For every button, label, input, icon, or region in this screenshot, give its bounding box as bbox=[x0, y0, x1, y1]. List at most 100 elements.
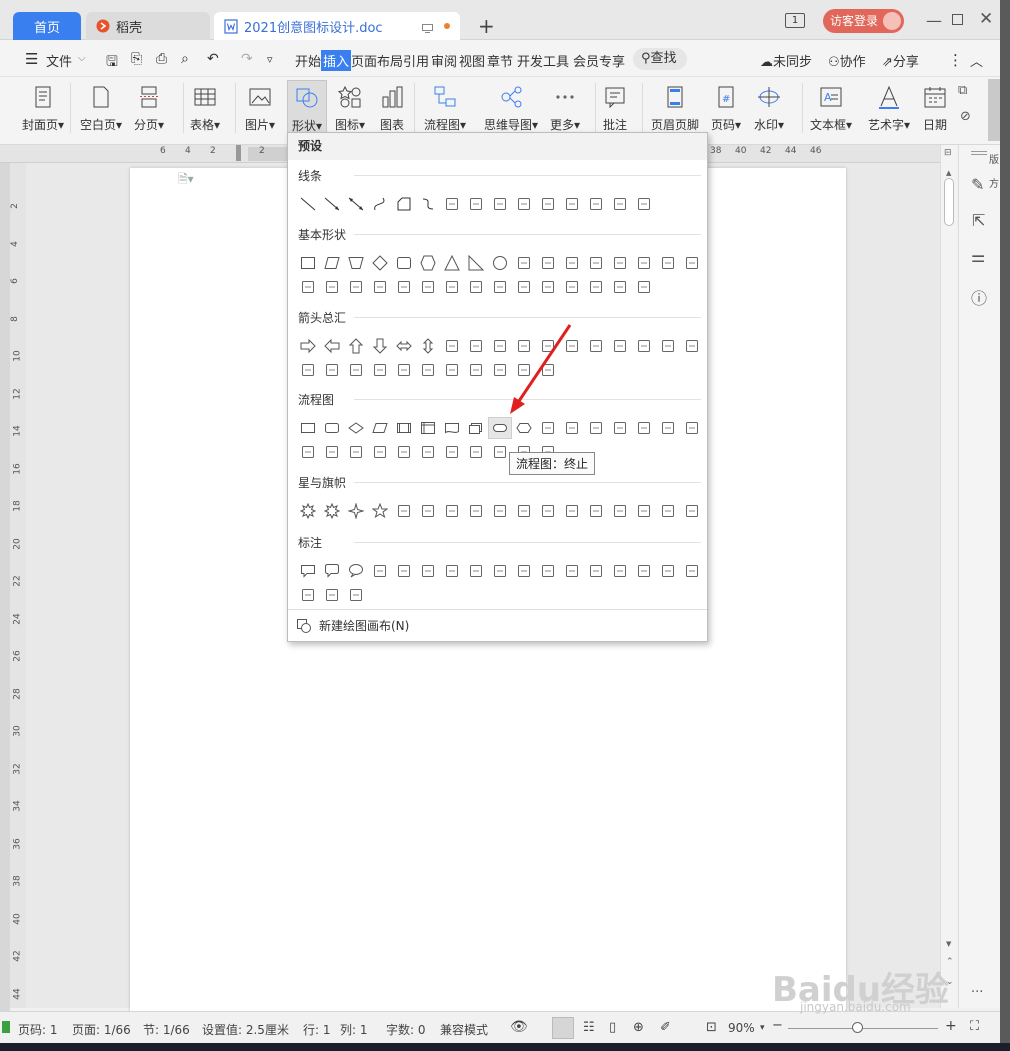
callouts-shape-7-shape[interactable] bbox=[440, 560, 464, 582]
callouts-shape-19-shape[interactable] bbox=[320, 584, 344, 606]
ribbon-watermark-button[interactable]: 水印▾ bbox=[754, 80, 784, 136]
outline-view-icon[interactable]: ☷ bbox=[583, 1020, 595, 1035]
arrows-shape-8-shape[interactable] bbox=[464, 335, 488, 357]
basic-shapes-shape-10-shape[interactable] bbox=[512, 252, 536, 274]
lines-shape-7-shape[interactable] bbox=[440, 193, 464, 215]
arrows-shape-19-shape[interactable] bbox=[320, 359, 344, 381]
callouts-oval-callout-shape[interactable] bbox=[344, 560, 368, 582]
basic-shapes-shape-31-shape[interactable] bbox=[608, 276, 632, 298]
redo-icon[interactable]: ↷ bbox=[241, 51, 253, 67]
flowchart-data-shape[interactable] bbox=[368, 417, 392, 439]
save-icon[interactable]: 🖫 bbox=[106, 51, 118, 75]
ribbon-overflow-icon[interactable]: ⧉ bbox=[958, 83, 967, 98]
stars-banners-4-point-star-shape[interactable] bbox=[344, 500, 368, 522]
basic-shapes-octagon-shape[interactable] bbox=[416, 252, 440, 274]
help-icon[interactable]: ⓘ bbox=[971, 285, 987, 309]
flowchart-shape-12-shape[interactable] bbox=[560, 417, 584, 439]
arrows-down-arrow-shape[interactable] bbox=[368, 335, 392, 357]
callouts-shape-5-shape[interactable] bbox=[392, 560, 416, 582]
zoom-dropdown-icon[interactable]: ▾ bbox=[760, 1023, 765, 1033]
guest-login-button[interactable]: 访客登录 bbox=[823, 9, 904, 33]
ribbon-scroll-right[interactable] bbox=[988, 79, 1000, 141]
lines-shape-9-shape[interactable] bbox=[488, 193, 512, 215]
menu-layout[interactable]: 页面布局 bbox=[351, 51, 403, 70]
chevron-down-icon[interactable]: ⌵ bbox=[78, 53, 86, 64]
maximize-icon[interactable] bbox=[952, 14, 963, 25]
vertical-scrollbar[interactable]: ⊟ ▲ ▼ ⌃ ⌄ bbox=[940, 145, 957, 1008]
ribbon-blank-page-button[interactable]: 空白页▾ bbox=[80, 80, 122, 136]
lines-double-arrow-line-shape[interactable] bbox=[344, 193, 368, 215]
callouts-shape-11-shape[interactable] bbox=[536, 560, 560, 582]
basic-shapes-parallelogram-shape[interactable] bbox=[320, 252, 344, 274]
flowchart-shape-11-shape[interactable] bbox=[536, 417, 560, 439]
write-view-icon[interactable]: ✐ bbox=[660, 1020, 671, 1035]
arrows-shape-24-shape[interactable] bbox=[440, 359, 464, 381]
arrows-up-down-arrow-shape[interactable] bbox=[416, 335, 440, 357]
arrows-shape-9-shape[interactable] bbox=[488, 335, 512, 357]
arrows-shape-18-shape[interactable] bbox=[296, 359, 320, 381]
stars-banners-shape-11-shape[interactable] bbox=[536, 500, 560, 522]
output-icon[interactable]: ⎘ bbox=[131, 51, 142, 67]
status-page-code[interactable]: 页码: 1 bbox=[18, 1021, 58, 1038]
basic-shapes-right-triangle-shape[interactable] bbox=[464, 252, 488, 274]
shape-gallery-popup[interactable]: 预设 线条 基本形状 箭头总汇 流程图 星与旗帜 标注 新建绘图画布(N) bbox=[287, 132, 708, 642]
callouts-shape-9-shape[interactable] bbox=[488, 560, 512, 582]
collab-button[interactable]: ⚇协作 bbox=[828, 51, 866, 70]
basic-shapes-shape-25-shape[interactable] bbox=[464, 276, 488, 298]
stars-banners-shape-6-shape[interactable] bbox=[416, 500, 440, 522]
flowchart-shape-13-shape[interactable] bbox=[584, 417, 608, 439]
zoom-in-icon[interactable]: + bbox=[945, 1018, 957, 1034]
paragraph-icon[interactable]: 🗎▾ bbox=[178, 170, 194, 191]
ribbon-flowchart-button[interactable]: 流程图▾ bbox=[424, 80, 466, 136]
arrows-shape-10-shape[interactable] bbox=[512, 335, 536, 357]
callouts-shape-20-shape[interactable] bbox=[344, 584, 368, 606]
flowchart-shape-19-shape[interactable] bbox=[320, 441, 344, 463]
scroll-up-icon[interactable]: ▲ bbox=[946, 169, 951, 177]
stars-banners-shape-5-shape[interactable] bbox=[392, 500, 416, 522]
tab-home[interactable]: 首页 bbox=[13, 12, 81, 40]
status-words[interactable]: 字数: 0 bbox=[386, 1021, 426, 1038]
attachment-icon[interactable]: ⊘ bbox=[960, 109, 971, 124]
basic-shapes-shape-17-shape[interactable] bbox=[680, 252, 704, 274]
hamburger-icon[interactable]: ☰ bbox=[25, 50, 38, 68]
sync-status[interactable]: ☁未同步 bbox=[760, 51, 812, 70]
ribbon-comment-button[interactable]: 批注 bbox=[602, 80, 628, 136]
stars-banners-shape-14-shape[interactable] bbox=[608, 500, 632, 522]
menu-start[interactable]: 开始 bbox=[295, 51, 321, 70]
flowchart-shape-25-shape[interactable] bbox=[464, 441, 488, 463]
callouts-shape-17-shape[interactable] bbox=[680, 560, 704, 582]
quick-access-more-icon[interactable]: ▿ bbox=[267, 53, 273, 66]
basic-shapes-shape-15-shape[interactable] bbox=[632, 252, 656, 274]
flowchart-shape-16-shape[interactable] bbox=[656, 417, 680, 439]
basic-shapes-shape-30-shape[interactable] bbox=[584, 276, 608, 298]
callouts-shape-13-shape[interactable] bbox=[584, 560, 608, 582]
stars-banners-shape-9-shape[interactable] bbox=[488, 500, 512, 522]
arrows-shape-16-shape[interactable] bbox=[656, 335, 680, 357]
tab-document[interactable]: 2021创意图标设计.doc bbox=[214, 12, 460, 40]
eye-protect-icon[interactable]: 👁 bbox=[510, 1019, 528, 1035]
basic-shapes-shape-11-shape[interactable] bbox=[536, 252, 560, 274]
stars-banners-explosion-1-shape[interactable] bbox=[296, 500, 320, 522]
zoom-slider-thumb[interactable] bbox=[852, 1022, 863, 1033]
callouts-shape-16-shape[interactable] bbox=[656, 560, 680, 582]
lines-shape-15-shape[interactable] bbox=[632, 193, 656, 215]
callouts-shape-4-shape[interactable] bbox=[368, 560, 392, 582]
ribbon-page-break-button[interactable]: 分页▾ bbox=[134, 80, 164, 136]
flowchart-shape-15-shape[interactable] bbox=[632, 417, 656, 439]
basic-shapes-shape-26-shape[interactable] bbox=[488, 276, 512, 298]
ribbon-wordart-button[interactable]: 艺术字▾ bbox=[868, 80, 910, 136]
ribbon-mindmap-button[interactable]: 思维导图▾ bbox=[484, 80, 538, 136]
zoom-out-icon[interactable]: − bbox=[772, 1018, 783, 1033]
scroll-down-icon[interactable]: ▼ bbox=[946, 940, 951, 948]
menu-chapter[interactable]: 章节 bbox=[487, 51, 513, 70]
arrows-shape-27-shape[interactable] bbox=[512, 359, 536, 381]
preview-icon[interactable]: ⌕ bbox=[181, 51, 189, 67]
lines-scribble-shape[interactable] bbox=[416, 193, 440, 215]
basic-shapes-shape-32-shape[interactable] bbox=[632, 276, 656, 298]
flowchart-predefined-process-shape[interactable] bbox=[392, 417, 416, 439]
close-icon[interactable]: ✕ bbox=[979, 9, 993, 29]
scroll-top-icon[interactable]: ⊟ bbox=[944, 148, 952, 158]
arrows-shape-20-shape[interactable] bbox=[344, 359, 368, 381]
basic-shapes-shape-27-shape[interactable] bbox=[512, 276, 536, 298]
arrows-shape-11-shape[interactable] bbox=[536, 335, 560, 357]
